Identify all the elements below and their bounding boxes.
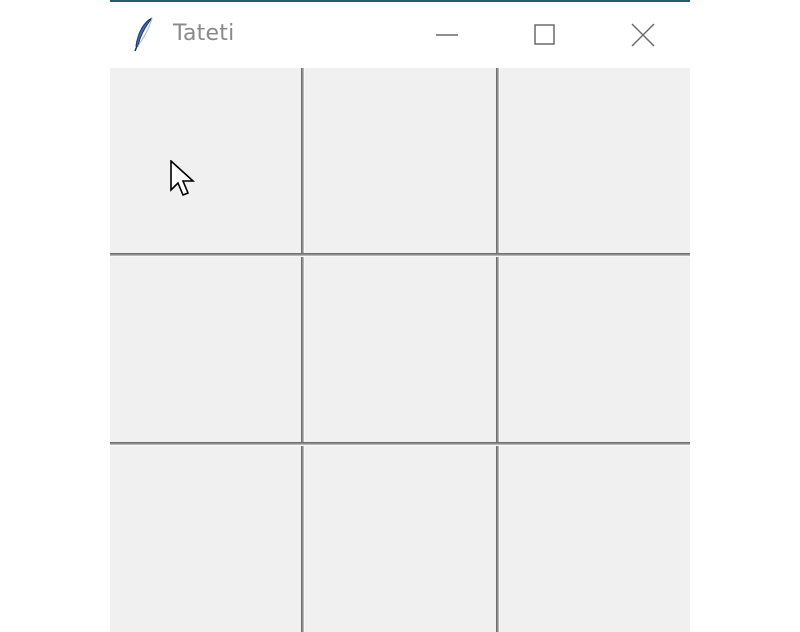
minimize-icon [436,34,458,36]
board-cell-2-1[interactable] [110,257,301,442]
board-cell-2-3[interactable] [500,257,690,442]
minimize-button[interactable] [412,4,482,66]
board-cell-1-1[interactable] [110,68,301,253]
board-cell-3-3[interactable] [500,446,690,632]
maximize-icon [534,24,555,45]
board-cell-3-2[interactable] [305,446,496,632]
feather-icon [134,17,153,52]
close-icon [631,23,655,47]
grid-line-vertical-1 [301,68,305,632]
maximize-button[interactable] [510,4,580,66]
board-cell-3-1[interactable] [110,446,301,632]
grid-line-vertical-2 [496,68,500,632]
title-bar[interactable]: Tateti [110,2,690,68]
arrow-cursor-icon [170,160,196,197]
window-title: Tateti [173,21,235,46]
board-cell-2-2[interactable] [305,257,496,442]
grid-line-horizontal-2 [110,442,690,446]
game-board [110,68,690,632]
grid-line-horizontal-1 [110,253,690,257]
app-window: Tateti [110,0,690,632]
board-cell-1-2[interactable] [305,68,496,253]
close-button[interactable] [608,4,678,66]
board-cell-1-3[interactable] [500,68,690,253]
